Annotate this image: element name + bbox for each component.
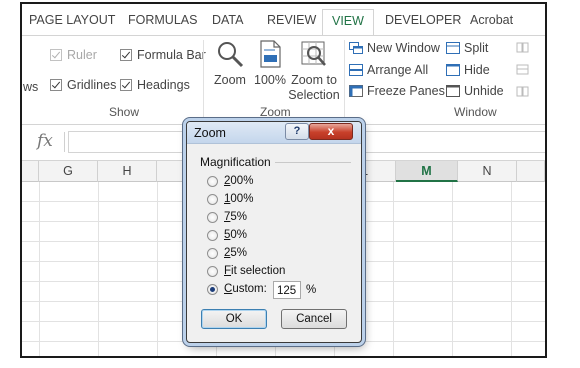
ribbon-view: ws Ruler Formula Bar Gridlines Headings … (22, 35, 545, 125)
group-divider (203, 40, 204, 120)
formula-bar-checkbox[interactable]: Formula Bar (120, 48, 206, 62)
tab-review[interactable]: REVIEW (267, 13, 316, 27)
tab-data[interactable]: DATA (212, 13, 243, 27)
hide-button[interactable]: Hide (446, 63, 490, 77)
unhide-button[interactable]: Unhide (446, 84, 504, 98)
tab-formulas[interactable]: FORMULAS (128, 13, 197, 27)
ok-button[interactable]: OK (201, 309, 267, 329)
new-window-button[interactable]: New Window (349, 41, 440, 55)
column-header-selected[interactable]: M (396, 161, 458, 182)
zoom-option-50[interactable]: 50% (207, 229, 247, 241)
custom-zoom-input[interactable] (273, 281, 301, 299)
group-divider (344, 40, 345, 120)
group-separator (275, 162, 351, 163)
zoom-dialog: Zoom ? x Magnification 200% 100% 75% 50%… (186, 121, 362, 343)
dialog-titlebar[interactable]: Zoom ? x (187, 122, 361, 144)
zoom-option-200[interactable]: 200% (207, 175, 253, 187)
close-button[interactable]: x (309, 123, 353, 140)
tab-developer[interactable]: DEVELOPER (385, 13, 461, 27)
ribbon-tabs: PAGE LAYOUT FORMULAS DATA REVIEW VIEW DE… (22, 4, 545, 36)
hide-window-icon (446, 64, 460, 76)
zoom-to-selection-button[interactable]: Zoom to Selection (288, 39, 340, 103)
radio-button[interactable] (207, 265, 218, 277)
side-by-side-icons (516, 42, 529, 97)
radio-button-selected[interactable] (207, 283, 218, 295)
zoom-selection-icon (301, 41, 326, 66)
column-header[interactable] (517, 161, 545, 182)
radio-button[interactable] (207, 247, 218, 259)
zoom-option-25[interactable]: 25% (207, 247, 247, 259)
show-group-label: Show (109, 105, 140, 119)
split-icon (446, 42, 460, 54)
radio-button[interactable] (207, 175, 218, 187)
split-button[interactable]: Split (446, 41, 488, 55)
ruler-checkbox[interactable]: Ruler (50, 48, 97, 62)
unhide-window-icon (446, 85, 460, 97)
clipped-ribbon-label: ws (23, 80, 39, 94)
tab-acrobat[interactable]: Acrobat (470, 13, 513, 27)
row-header-corner (22, 161, 39, 182)
arrange-all-icon (349, 64, 363, 76)
zoom-option-fit-selection[interactable]: Fit selection (207, 265, 285, 277)
percent-label: % (306, 284, 317, 296)
arrange-all-button[interactable]: Arrange All (349, 63, 428, 77)
window-group-label: Window (454, 105, 497, 119)
help-button[interactable]: ? (285, 123, 309, 140)
zoom-option-100[interactable]: 100% (207, 193, 253, 205)
zoom-option-custom[interactable]: Custom: (207, 283, 267, 295)
magnifier-icon (218, 42, 244, 68)
zoom-option-75[interactable]: 75% (207, 211, 247, 223)
page-100-icon (260, 40, 281, 68)
zoom-100-button[interactable]: 100% (252, 39, 288, 88)
freeze-panes-button[interactable]: Freeze Panes ▼ (349, 84, 457, 98)
tab-view[interactable]: VIEW (322, 9, 374, 36)
gridlines-checkbox[interactable]: Gridlines (50, 78, 116, 92)
magnification-group-label: Magnification (200, 155, 271, 169)
radio-button[interactable] (207, 211, 218, 223)
function-icon[interactable]: fx (37, 131, 53, 151)
column-header[interactable]: G (39, 161, 98, 182)
column-header[interactable]: N (458, 161, 517, 182)
freeze-panes-icon (349, 85, 363, 97)
column-header[interactable]: H (98, 161, 157, 182)
radio-button[interactable] (207, 229, 218, 241)
zoom-button[interactable]: Zoom (212, 39, 248, 88)
radio-button[interactable] (207, 193, 218, 205)
headings-checkbox[interactable]: Headings (120, 78, 190, 92)
tab-page-layout[interactable]: PAGE LAYOUT (29, 13, 115, 27)
new-window-icon (349, 42, 363, 54)
zoom-group-label: Zoom (260, 105, 291, 119)
cancel-button[interactable]: Cancel (281, 309, 347, 329)
dialog-title: Zoom (194, 126, 226, 140)
